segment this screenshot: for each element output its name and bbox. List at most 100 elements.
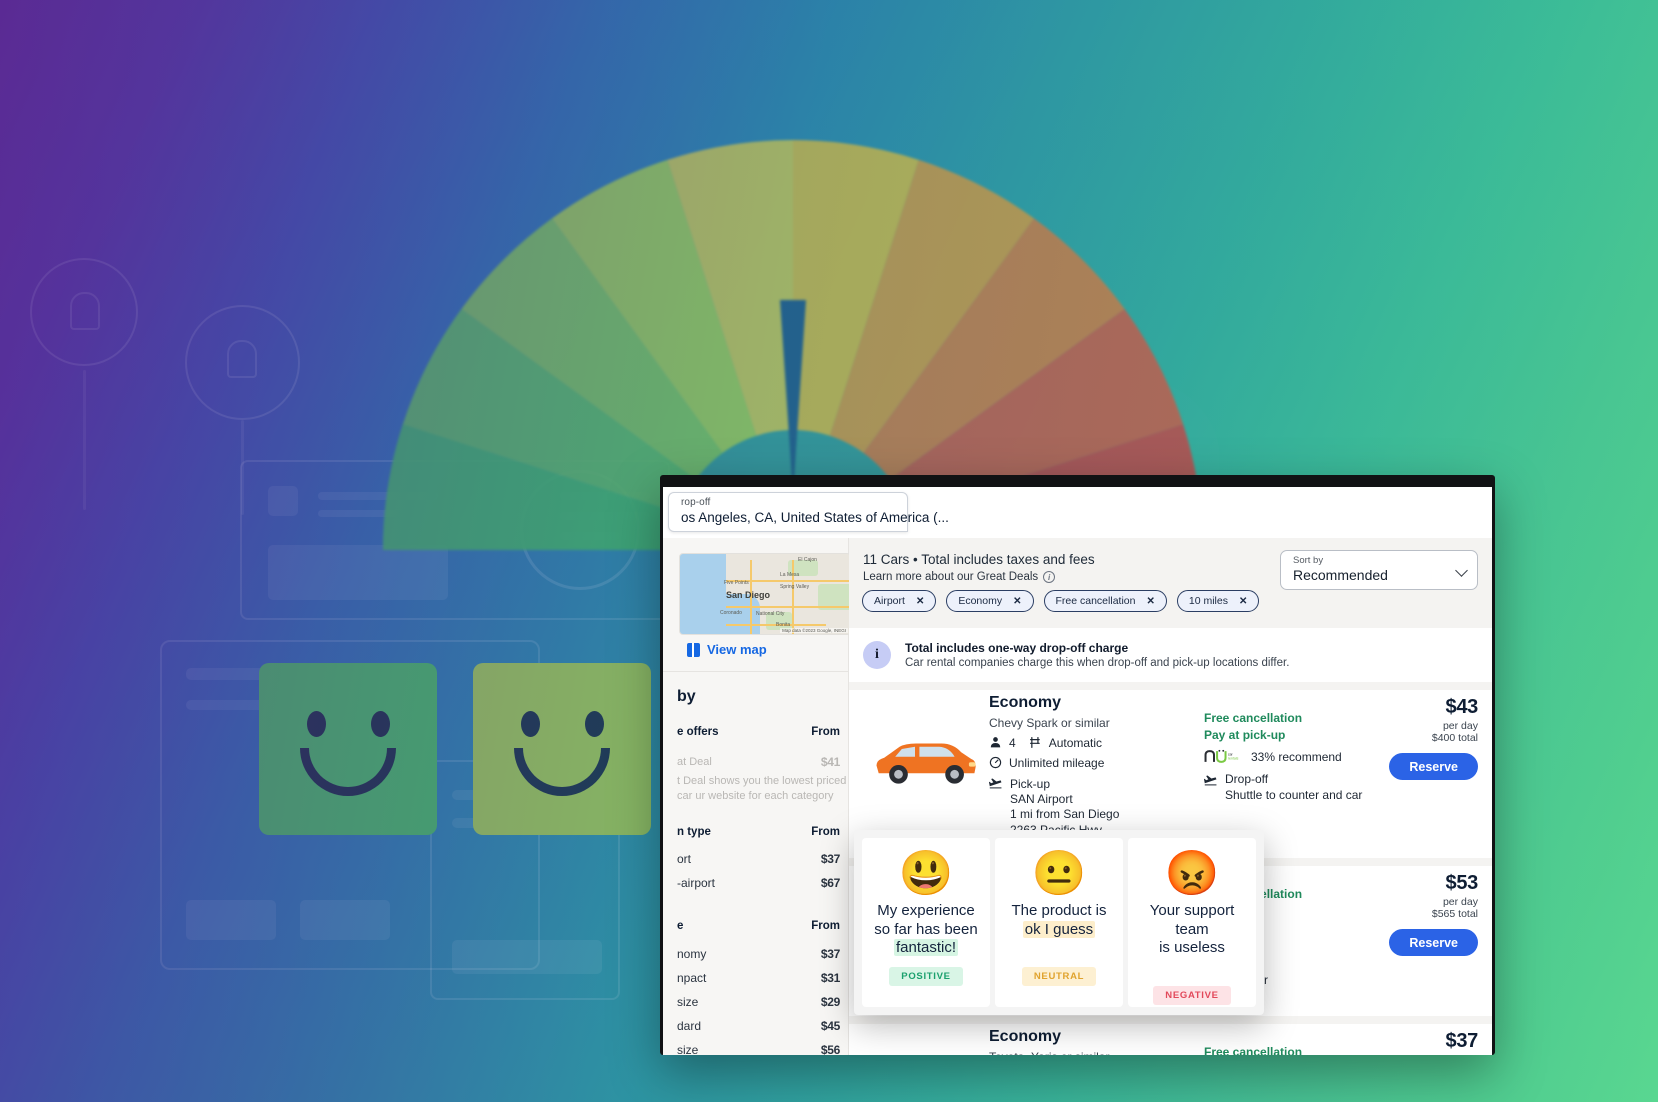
info-icon[interactable]: i xyxy=(1043,571,1056,583)
search-bar-row: rop-off os Angeles, CA, United States of… xyxy=(663,487,1492,538)
close-icon[interactable]: ✕ xyxy=(916,596,924,607)
car-model: Chevy Spark or similar xyxy=(989,716,1110,730)
per-day-label: per day xyxy=(1442,896,1478,908)
price-column: $37 per day $758 total xyxy=(1432,1030,1478,1055)
price-column: $43 per day $400 total Reserve xyxy=(1389,696,1478,780)
pickup-label: Pick-up xyxy=(1010,776,1051,791)
filter-option-fullsize[interactable]: size xyxy=(677,1043,698,1055)
svg-text:rentals: rentals xyxy=(1228,757,1239,761)
status-badge: NEUTRAL xyxy=(1021,967,1097,987)
dropoff-row: Drop-off Shuttle to counter and car xyxy=(1204,772,1362,802)
sort-by-label: Sort by xyxy=(1293,555,1324,566)
filter-price: $31 xyxy=(820,971,840,985)
map-label: National City xyxy=(756,611,785,617)
map-label: Spring Valley xyxy=(780,584,810,590)
sort-by-select[interactable]: Sort by Recommended xyxy=(1280,550,1478,590)
car-offer-details: Free cancellation xyxy=(1204,1045,1302,1055)
chip-10-miles[interactable]: 10 miles ✕ xyxy=(1176,590,1260,612)
sentiment-card-negative[interactable]: 😡 Your support team is useless NEGATIVE xyxy=(1128,838,1256,1007)
car-image xyxy=(871,1050,981,1055)
filter-price: $37 xyxy=(820,947,840,961)
great-deal-note: t Deal shows you the lowest priced car u… xyxy=(677,775,847,802)
great-deals-link[interactable]: Learn more about our Great Deals i xyxy=(863,571,1056,583)
close-icon[interactable]: ✕ xyxy=(1239,596,1247,607)
sentiment-card-neutral[interactable]: 😐 The product is ok I guess NEUTRAL xyxy=(995,838,1123,1007)
grinning-face-emoji: 😃 xyxy=(898,849,954,898)
filter-option-airport[interactable]: ort xyxy=(677,852,691,866)
sort-by-value: Recommended xyxy=(1293,567,1388,583)
from-label: From xyxy=(811,826,840,838)
per-day-label: per day xyxy=(1432,1054,1478,1055)
car-category: Economy xyxy=(989,1028,1062,1045)
great-deal-option[interactable]: at Deal xyxy=(677,755,712,770)
transmission-icon xyxy=(1029,737,1040,748)
map-label: La Mesa xyxy=(780,572,800,578)
filter-option-non-airport[interactable]: -airport xyxy=(677,876,715,890)
chip-economy[interactable]: Economy ✕ xyxy=(946,590,1034,612)
pickup-line-2: 1 mi from San Diego xyxy=(1010,807,1120,822)
price-column: $53 per day $565 total Reserve xyxy=(1389,872,1478,956)
filter-price: $29 xyxy=(820,995,840,1009)
map-label: El Cajon xyxy=(798,557,817,563)
neutral-face-emoji: 😐 xyxy=(1031,849,1087,898)
car-specs: 4 Automatic Unlimited mileage Pick-up SA… xyxy=(989,736,1119,843)
sentiment-line: The product is xyxy=(1011,902,1107,919)
reserve-button[interactable]: Reserve xyxy=(1389,753,1478,780)
filter-price: $37 xyxy=(820,852,840,866)
view-map-label: View map xyxy=(707,642,767,657)
seat-count: 4 xyxy=(1009,736,1016,750)
chip-free-cancellation[interactable]: Free cancellation ✕ xyxy=(1043,590,1167,612)
total-price: $565 total xyxy=(1431,908,1478,920)
filter-option-compact[interactable]: npact xyxy=(677,971,706,985)
from-label: From xyxy=(811,920,840,932)
filter-option-standard[interactable]: dard xyxy=(677,1019,701,1033)
airplane-icon xyxy=(1204,775,1217,786)
map-label: Five Points xyxy=(724,580,749,586)
spec-pickup: Pick-up SAN Airport 1 mi from San Diego … xyxy=(989,777,1119,838)
dropoff-location-input[interactable]: rop-off os Angeles, CA, United States of… xyxy=(668,492,949,532)
supplier-logo-icon: car rentals xyxy=(1204,749,1239,763)
filter-price: $56 xyxy=(820,1043,840,1055)
car-offer-details: Free cancellation Pay at pick-up car ren… xyxy=(1204,711,1362,802)
card-separator xyxy=(849,1016,1492,1024)
status-badge: POSITIVE xyxy=(889,966,963,986)
payment-label: Pay at pick-up xyxy=(1204,728,1286,742)
per-day-label: per day xyxy=(1442,720,1478,732)
filter-option-midsize[interactable]: size xyxy=(677,995,698,1009)
status-badge: NEGATIVE xyxy=(1153,985,1231,1005)
info-circle-icon: i xyxy=(863,641,891,669)
map-label: Coronado xyxy=(720,610,742,616)
filter-by-title: by xyxy=(677,688,696,705)
close-icon[interactable]: ✕ xyxy=(1013,596,1021,607)
great-deal-price: $41 xyxy=(820,755,840,769)
car-result-card[interactable]: Economy Toyota_Yaris or similar Free can… xyxy=(849,1024,1492,1055)
car-category: Economy xyxy=(989,694,1062,711)
sentiment-card-positive[interactable]: 😃 My experience so far has been fantasti… xyxy=(862,838,990,1007)
filter-price: $45 xyxy=(820,1019,840,1033)
chip-label: Free cancellation xyxy=(1055,595,1136,607)
close-icon[interactable]: ✕ xyxy=(1146,596,1154,607)
person-icon xyxy=(990,737,1001,748)
supplier-row: car rentals 33% recommend xyxy=(1204,749,1362,764)
view-map-button[interactable]: View map xyxy=(687,642,767,657)
speedometer-icon xyxy=(989,757,1002,769)
car-model: Toyota_Yaris or similar xyxy=(989,1050,1109,1055)
dropoff-label: rop-off xyxy=(681,497,711,508)
section-heading-location-type: n type xyxy=(677,826,711,838)
section-heading-size: e xyxy=(677,920,684,932)
from-label: From xyxy=(811,726,840,738)
recommend-percent: 33% recommend xyxy=(1251,749,1342,764)
reserve-button[interactable]: Reserve xyxy=(1389,929,1478,956)
chip-label: 10 miles xyxy=(1188,595,1228,607)
chip-airport[interactable]: Airport ✕ xyxy=(862,590,937,612)
active-filter-chips: Airport ✕ Economy ✕ Free cancellation ✕ xyxy=(862,590,1260,612)
filter-option-economy[interactable]: nomy xyxy=(677,947,706,961)
sentiment-line-highlight: ok I guess xyxy=(1022,920,1096,938)
total-price: $400 total xyxy=(1431,732,1478,744)
results-count: 11 Cars • Total includes taxes and fees xyxy=(863,552,1095,567)
pickup-line-1: SAN Airport xyxy=(1010,792,1073,807)
sentiment-cards-overlay: 😃 My experience so far has been fantasti… xyxy=(854,830,1264,1015)
map-thumbnail[interactable]: El Cajon La Mesa Spring Valley Five Poin… xyxy=(679,553,851,635)
filter-sidebar: El Cajon La Mesa Spring Valley Five Poin… xyxy=(663,538,851,1055)
sentiment-text: The product is ok I guess xyxy=(1011,902,1107,939)
